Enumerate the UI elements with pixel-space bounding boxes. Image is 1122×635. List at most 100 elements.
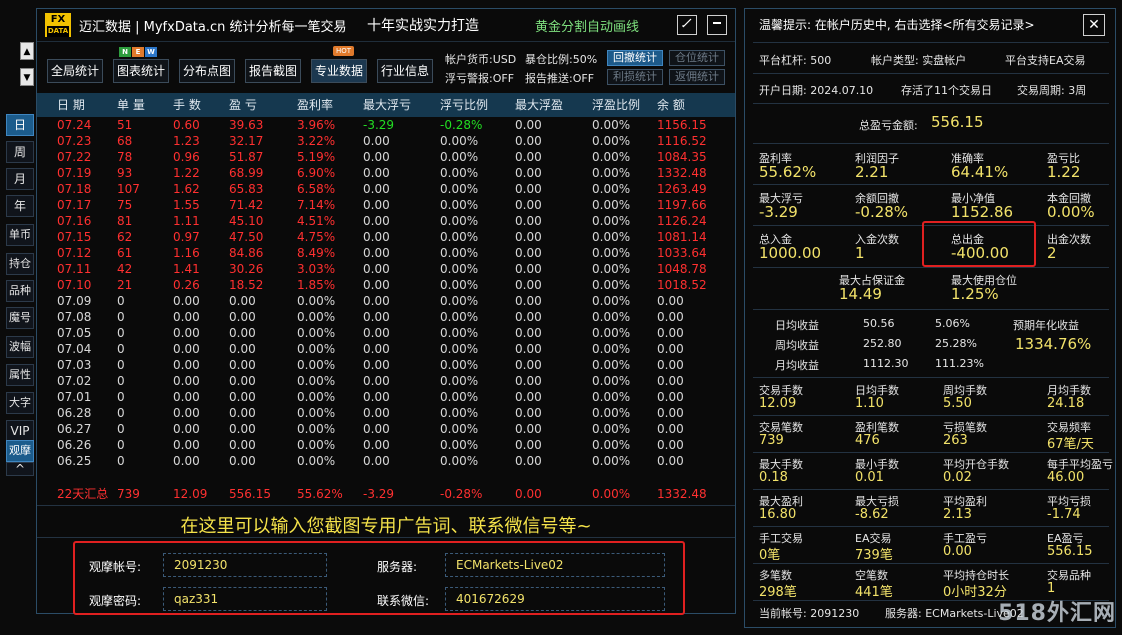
pencil-icon[interactable] [677,15,697,35]
cell-float-loss-ratio: 0.00% [440,182,479,196]
stats-panel: 温馨提示: 在帐户历史中, 右击选择<所有交易记录> ✕ 平台杠杆: 500 帐… [744,8,1116,628]
side-nav-item[interactable]: 持仓 [6,253,34,275]
tip-text: 温馨提示: 在帐户历史中, 右击选择<所有交易记录> [759,18,1035,32]
header-pl[interactable]: 盈 亏 [229,93,257,117]
table-row[interactable]: 07.19 93 1.22 68.99 6.90% 0.00 0.00% 0.00 0.00% 1… [37,165,735,181]
annual-label: 预期年化收益 [1013,319,1079,332]
table-row[interactable]: 07.12 61 1.16 84.86 8.49% 0.00 0.00% 0.00 0.00% 1… [37,245,735,261]
cell-lots: 0.00 [173,454,200,468]
global-stats-button[interactable]: 全局统计 [47,59,103,83]
side-nav-item[interactable]: 观摩 [6,440,34,462]
table-row[interactable]: 07.08 0 0.00 0.00 0.00% 0.00 0.00% 0.00 0.00% 0.0… [37,309,735,325]
header-max-float-loss[interactable]: 最大浮亏 [363,93,411,117]
table-row[interactable]: 07.16 81 1.11 45.10 4.51% 0.00 0.00% 0.00 0.00% 1… [37,213,735,229]
chart-stats-button[interactable]: 图表统计 [113,59,169,83]
cell-balance: 1081.14 [657,230,707,244]
cell-balance: 0.00 [657,390,684,404]
table-row[interactable]: 07.23 68 1.23 32.17 3.22% 0.00 0.00% 0.00 0.00% 1… [37,133,735,149]
side-nav-expand[interactable]: ^ [6,462,34,476]
grid-value: 1 [1047,581,1056,596]
cell-date: 06.26 [57,438,92,452]
position-stats-button[interactable]: 仓位统计 [669,50,725,66]
table-row[interactable]: 07.02 0 0.00 0.00 0.00% 0.00 0.00% 0.00 0.00% 0.0… [37,373,735,389]
table-row[interactable]: 07.04 0 0.00 0.00 0.00% 0.00 0.00% 0.00 0.00% 0.0… [37,341,735,357]
table-row[interactable]: 07.03 0 0.00 0.00 0.00% 0.00 0.00% 0.00 0.00% 0.0… [37,357,735,373]
distribution-button[interactable]: 分布点图 [179,59,235,83]
scroll-down-button[interactable]: ▼ [20,68,34,86]
side-nav-item[interactable]: 属性 [6,364,34,386]
table-row[interactable]: 07.15 62 0.97 47.50 4.75% 0.00 0.00% 0.00 0.00% 1… [37,229,735,245]
cell-pl: 0.00 [229,438,256,452]
rebate-stats-button[interactable]: 返佣统计 [669,69,725,85]
cell-count: 75 [117,198,133,212]
table-row[interactable]: 06.28 0 0.00 0.00 0.00% 0.00 0.00% 0.00 0.00% 0.0… [37,405,735,421]
table-row[interactable]: 07.01 0 0.00 0.00 0.00% 0.00 0.00% 0.00 0.00% 0.0… [37,389,735,405]
scroll-up-button[interactable]: ▲ [20,42,34,60]
total-pl-value: 556.15 [931,113,984,131]
industry-info-button[interactable]: 行业信息 [377,59,433,83]
minimize-icon[interactable] [707,15,727,35]
header-count[interactable]: 单 量 [117,93,145,117]
side-nav-item[interactable]: 单币 [6,224,34,246]
cell-count: 0 [117,294,125,308]
report-push[interactable]: 报告推送:OFF [525,70,594,86]
cell-lots: 1.16 [173,246,200,260]
side-nav-item[interactable]: 波幅 [6,336,34,358]
watermark: 518外汇网 [998,601,1116,626]
side-nav-item[interactable]: VIP [6,420,34,442]
cell-lots: 0.00 [173,326,200,340]
header-rate[interactable]: 盈利率 [297,93,333,117]
table-row[interactable]: 06.26 0 0.00 0.00 0.00% 0.00 0.00% 0.00 0.00% 0.0… [37,437,735,453]
side-nav-item[interactable]: 日 [6,114,34,136]
table-row[interactable]: 07.11 42 1.41 30.26 3.03% 0.00 0.00% 0.00 0.00% 1… [37,261,735,277]
close-icon[interactable]: ✕ [1083,14,1105,36]
table-row[interactable]: 07.17 75 1.55 71.42 7.14% 0.00 0.00% 0.00 0.00% 1… [37,197,735,213]
golden-ratio-feature[interactable]: 黄金分割自动画线 [535,16,639,35]
pro-data-button[interactable]: 专业数据 [311,59,367,83]
cell-float-profit-ratio: 0.00% [592,230,631,244]
cell-lots: 1.22 [173,166,200,180]
total-pl-label: 总盈亏金额: [859,119,918,132]
cell-float-loss-ratio: 0.00% [440,358,479,372]
table-row[interactable]: 07.05 0 0.00 0.00 0.00% 0.00 0.00% 0.00 0.00% 0.0… [37,325,735,341]
header-max-float-profit[interactable]: 最大浮盈 [515,93,563,117]
table-row[interactable]: 07.22 78 0.96 51.87 5.19% 0.00 0.00% 0.00 0.00% 1… [37,149,735,165]
header-lots[interactable]: 手 数 [173,93,201,117]
summary-rate: 55.62% [297,487,343,501]
side-nav-item[interactable]: 月 [6,168,34,190]
password-field[interactable]: qaz331 [163,587,327,611]
withdrawal-highlight [922,221,1036,267]
cell-float-profit-ratio: 0.00% [592,198,631,212]
header-float-profit-ratio[interactable]: 浮盈比例 [592,93,640,117]
server-field[interactable]: ECMarkets-Live02 [445,553,665,577]
cell-date: 07.17 [57,198,92,212]
drawdown-stats-button[interactable]: 回撤统计 [607,50,663,66]
report-screenshot-button[interactable]: 报告截图 [245,59,301,83]
side-nav-item[interactable]: 大字 [6,392,34,414]
side-nav-item[interactable]: 年 [6,195,34,217]
account-field[interactable]: 2091230 [163,553,327,577]
grid-value: 263 [943,433,968,448]
table-row[interactable]: 07.18 107 1.62 65.83 6.58% 0.00 0.00% 0.00 0.00%… [37,181,735,197]
side-nav-item[interactable]: 品种 [6,280,34,302]
divider [753,184,1109,185]
table-row[interactable]: 06.25 0 0.00 0.00 0.00% 0.00 0.00% 0.00 0.00% 0.0… [37,453,735,469]
table-row[interactable]: 07.24 51 0.60 39.63 3.96% -3.29 -0.28% 0.00 0.00… [37,117,735,133]
side-nav-item[interactable]: 魔号 [6,307,34,329]
cell-rate: 0.00% [297,406,336,420]
wechat-field[interactable]: 401672629 [445,587,665,611]
profit-loss-stats-button[interactable]: 利损统计 [607,69,663,85]
cell-float-loss-ratio: 0.00% [440,390,479,404]
table-row[interactable]: 07.10 21 0.26 18.52 1.85% 0.00 0.00% 0.00 0.00% 1… [37,277,735,293]
float-alert[interactable]: 浮亏警报:OFF [445,70,514,86]
header-float-loss-ratio[interactable]: 浮亏比例 [440,93,488,117]
cell-pl: 71.42 [229,198,264,212]
server-label: 服务器: [377,560,418,574]
cell-lots: 1.55 [173,198,200,212]
table-row[interactable]: 06.27 0 0.00 0.00 0.00% 0.00 0.00% 0.00 0.00% 0.0… [37,421,735,437]
header-date[interactable]: 日 期 [57,93,85,117]
table-row[interactable]: 07.09 0 0.00 0.00 0.00% 0.00 0.00% 0.00 0.00% 0.0… [37,293,735,309]
grid-value: 739 [759,433,784,448]
header-balance[interactable]: 余 额 [657,93,685,117]
side-nav-item[interactable]: 周 [6,141,34,163]
